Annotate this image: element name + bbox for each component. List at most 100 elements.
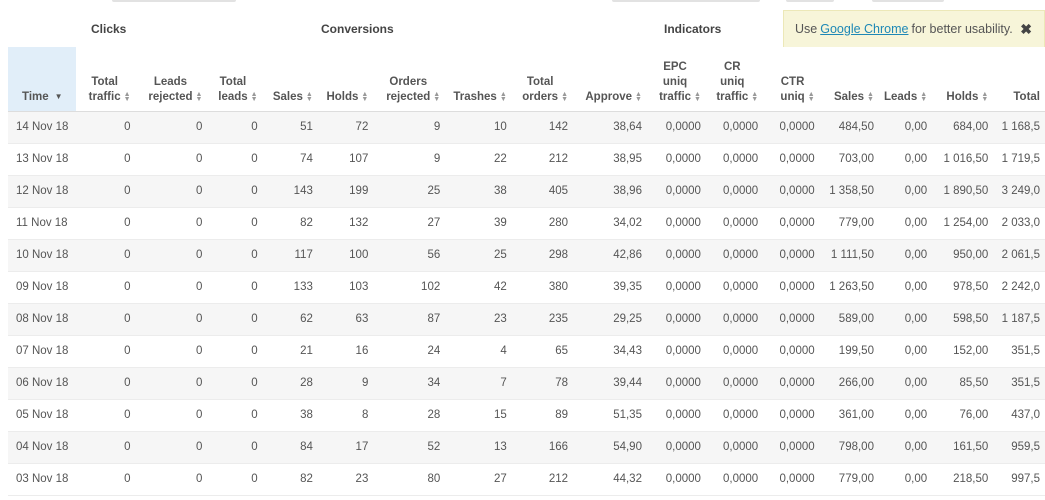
sort-icon[interactable]: ▲ ▼	[635, 91, 642, 103]
value-cell: 2 242,0	[993, 271, 1045, 304]
sort-icon[interactable]: ▲ ▼	[251, 91, 258, 103]
value-cell: 0,0000	[705, 431, 764, 464]
value-cell: 103	[317, 271, 374, 304]
column-header[interactable]: Orders rejected ▲ ▼	[373, 47, 446, 112]
table-row[interactable]: 08 Nov 18 0 0 0 62 63 87 23 235 29,25 0,0000 0,0000…	[8, 303, 1045, 336]
column-label-line: Leads	[153, 75, 188, 88]
column-header[interactable]: Holds ▲ ▼	[317, 47, 374, 112]
sort-icon[interactable]: ▲ ▼	[124, 91, 131, 103]
value-cell: 0	[207, 239, 263, 272]
column-header[interactable]: Sales ▲ ▼	[819, 47, 879, 112]
value-cell: 0	[75, 335, 136, 368]
value-cell: 0,0000	[763, 143, 820, 176]
value-cell: 9	[317, 367, 374, 400]
value-cell: 1 254,00	[932, 207, 994, 240]
value-cell: 0,00	[878, 431, 933, 464]
value-cell: 25	[373, 175, 446, 208]
table-row[interactable]: 03 Nov 18 0 0 0 82 23 80 27 212 44,32 0,0000 0,0000…	[8, 463, 1045, 496]
column-header[interactable]: Total	[993, 47, 1045, 112]
value-cell: 0,0000	[646, 367, 706, 400]
column-header-time[interactable]: Time ▼	[8, 47, 76, 112]
column-header[interactable]: EPC uniq traffic ▲ ▼	[646, 47, 706, 112]
value-cell: 0,0000	[646, 303, 706, 336]
table-row[interactable]: 05 Nov 18 0 0 0 38 8 28 15 89 51,35 0,0000 0,0000 0,…	[8, 399, 1045, 432]
table-row[interactable]: 09 Nov 18 0 0 0 133 103 102 42 380 39,35 0,0000 0,0…	[8, 271, 1045, 304]
value-cell: 1 263,50	[819, 271, 879, 304]
close-icon[interactable]: ✖	[1020, 21, 1032, 38]
sort-icon[interactable]: ▲ ▼	[867, 91, 874, 103]
value-cell: 0,0000	[705, 303, 764, 336]
column-header[interactable]: Approve ▲ ▼	[573, 47, 647, 112]
value-cell: 0,0000	[705, 399, 764, 432]
cropped-control	[872, 0, 944, 2]
column-label-line: uniq	[720, 75, 745, 88]
value-cell: 89	[511, 399, 573, 432]
sort-icon[interactable]: ▲ ▼	[500, 91, 507, 103]
sort-icon[interactable]: ▲ ▼	[433, 91, 440, 103]
column-header[interactable]: Total orders ▲ ▼	[511, 47, 573, 112]
column-header[interactable]: Holds ▲ ▼	[932, 47, 994, 112]
value-cell: 0,0000	[763, 303, 820, 336]
value-cell: 8	[317, 399, 374, 432]
value-cell: 0,00	[878, 399, 933, 432]
sort-icon[interactable]: ▲ ▼	[561, 91, 568, 103]
column-header[interactable]: Leads rejected ▲ ▼	[135, 47, 208, 112]
value-cell: 0,0000	[705, 143, 764, 176]
value-cell: 0	[207, 175, 263, 208]
sort-icon[interactable]: ▲ ▼	[361, 91, 368, 103]
sort-icon[interactable]: ▲ ▼	[306, 91, 313, 103]
column-label: Trashes	[453, 90, 496, 105]
table-row[interactable]: 10 Nov 18 0 0 0 117 100 56 25 298 42,86 0,0000 0,00…	[8, 239, 1045, 272]
sort-icon[interactable]: ▲ ▼	[196, 91, 203, 103]
value-cell: 9	[373, 111, 446, 144]
sort-icon[interactable]: ▲ ▼	[808, 91, 815, 103]
value-cell: 598,50	[932, 303, 994, 336]
table-row[interactable]: 06 Nov 18 0 0 0 28 9 34 7 78 39,44 0,0000 0,0000 0,0…	[8, 367, 1045, 400]
value-cell: 0	[75, 143, 136, 176]
value-cell: 102	[373, 271, 446, 304]
value-cell: 950,00	[932, 239, 994, 272]
value-cell: 0,00	[878, 303, 933, 336]
column-label-line: Orders	[389, 75, 428, 88]
table-row[interactable]: 13 Nov 18 0 0 0 74 107 9 22 212 38,95 0,0000 0,0000…	[8, 143, 1045, 176]
google-chrome-link[interactable]: Google Chrome	[820, 22, 908, 36]
date-cell: 14 Nov 18	[8, 111, 76, 144]
column-header[interactable]: CR uniq traffic ▲ ▼	[705, 47, 764, 112]
sort-icon[interactable]: ▲ ▼	[751, 91, 758, 103]
value-cell: 51	[262, 111, 318, 144]
value-cell: 0,00	[878, 335, 933, 368]
value-cell: 21	[262, 335, 318, 368]
sort-icon[interactable]: ▲ ▼	[981, 91, 988, 103]
table-row[interactable]: 11 Nov 18 0 0 0 82 132 27 39 280 34,02 0,0000 0,000…	[8, 207, 1045, 240]
table-row[interactable]: 07 Nov 18 0 0 0 21 16 24 4 65 34,43 0,0000 0,0000 0,…	[8, 335, 1045, 368]
value-cell: 1 358,50	[819, 175, 879, 208]
value-cell: 0,0000	[763, 207, 820, 240]
sort-desc-icon[interactable]: ▼	[55, 89, 63, 104]
sort-icon[interactable]: ▲ ▼	[694, 91, 701, 103]
value-cell: 0,00	[878, 463, 933, 496]
value-cell: 0	[207, 143, 263, 176]
table-row[interactable]: 14 Nov 18 0 0 0 51 72 9 10 142 38,64 0,0000 0,0000 0…	[8, 111, 1045, 144]
value-cell: 38,64	[573, 111, 647, 144]
sort-icon[interactable]: ▲ ▼	[920, 91, 927, 103]
column-label: Leads rejected	[148, 75, 192, 105]
table-row[interactable]: 04 Nov 18 0 0 0 84 17 52 13 166 54,90 0,0000 0,0000…	[8, 431, 1045, 464]
column-header[interactable]: Total traffic ▲ ▼	[75, 47, 136, 112]
value-cell: 0	[207, 431, 263, 464]
column-header[interactable]: Trashes ▲ ▼	[445, 47, 512, 112]
value-cell: 34,43	[573, 335, 647, 368]
column-header[interactable]: Sales ▲ ▼	[262, 47, 318, 112]
value-cell: 7	[445, 367, 512, 400]
column-label-line: Leads	[883, 90, 918, 103]
column-header[interactable]: Total leads ▲ ▼	[207, 47, 263, 112]
value-cell: 405	[511, 175, 573, 208]
value-cell: 0	[135, 303, 208, 336]
table-row[interactable]: 12 Nov 18 0 0 0 143 199 25 38 405 38,96 0,0000 0,00…	[8, 175, 1045, 208]
value-cell: 0,0000	[646, 463, 706, 496]
column-header[interactable]: CTR uniq ▲ ▼	[763, 47, 820, 112]
value-cell: 38	[445, 175, 512, 208]
value-cell: 0,00	[878, 239, 933, 272]
date-cell: 12 Nov 18	[8, 175, 76, 208]
value-cell: 0	[207, 303, 263, 336]
column-header[interactable]: Leads ▲ ▼	[878, 47, 933, 112]
